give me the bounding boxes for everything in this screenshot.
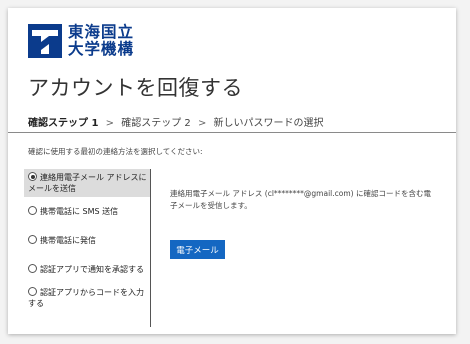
- breadcrumb-separator: >: [197, 118, 207, 129]
- option-label: 携帯電話に発信: [40, 236, 96, 245]
- breadcrumb-separator: >: [105, 118, 115, 129]
- email-option-description: 連絡用電子メール アドレス (cl********@gmail.com) に確認…: [170, 189, 431, 210]
- option-app-notification[interactable]: 認証アプリで通知を承認する: [24, 261, 150, 278]
- breadcrumb: 確認ステップ 1 > 確認ステップ 2 > 新しいパスワードの選択: [28, 114, 324, 129]
- option-phone-call[interactable]: 携帯電話に発信: [24, 232, 150, 249]
- logo-line-1: 東海国立: [68, 23, 135, 41]
- logo-line-2: 大学機構: [68, 40, 135, 58]
- option-label: 連絡用電子メール アドレスにメールを送信: [28, 173, 147, 193]
- step-3: 新しいパスワードの選択: [213, 118, 324, 129]
- logo-text: 東海国立 大学機構: [68, 24, 134, 58]
- radio-button-icon[interactable]: [28, 206, 37, 215]
- page-title: アカウントを回復する: [28, 76, 243, 100]
- logo-mark-icon: [28, 24, 62, 58]
- step-2: 確認ステップ 2: [121, 118, 191, 129]
- option-label: 携帯電話に SMS 送信: [40, 207, 119, 216]
- instruction-text: 確認に使用する最初の連絡方法を選択してください:: [28, 147, 203, 156]
- option-sms[interactable]: 携帯電話に SMS 送信: [24, 203, 150, 220]
- option-email[interactable]: 連絡用電子メール アドレスにメールを送信: [24, 169, 150, 197]
- steps-divider: [8, 132, 456, 133]
- radio-button-selected-icon[interactable]: [28, 172, 37, 181]
- contact-method-list: 連絡用電子メール アドレスにメールを送信 携帯電話に SMS 送信 携帯電話に発…: [24, 169, 151, 327]
- radio-button-icon[interactable]: [28, 235, 37, 244]
- radio-button-icon[interactable]: [28, 287, 37, 296]
- radio-button-icon[interactable]: [28, 264, 37, 273]
- step-1-current: 確認ステップ 1: [28, 118, 99, 129]
- recovery-page: 東海国立 大学機構 アカウントを回復する 確認ステップ 1 > 確認ステップ 2…: [8, 8, 456, 334]
- university-logo: 東海国立 大学機構: [28, 24, 134, 58]
- option-app-code[interactable]: 認証アプリからコードを入力する: [24, 284, 150, 312]
- option-label: 認証アプリで通知を承認する: [40, 265, 144, 274]
- option-label: 認証アプリからコードを入力する: [28, 288, 144, 308]
- send-email-button[interactable]: 電子メール: [170, 240, 225, 259]
